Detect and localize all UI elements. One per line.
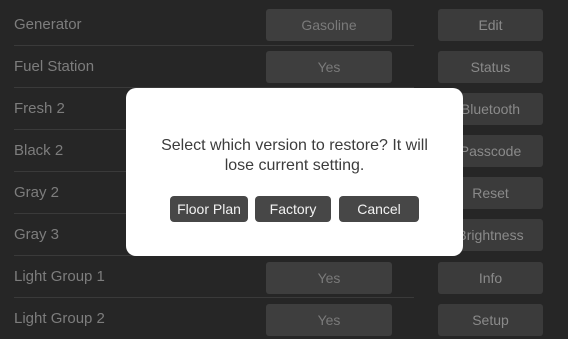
row-label: Fuel Station <box>14 58 95 75</box>
status-button[interactable]: Status <box>438 51 543 83</box>
row-label: Gray 2 <box>14 184 60 201</box>
dialog-message: Select which version to restore? It will… <box>126 136 463 176</box>
restore-dialog: Select which version to restore? It will… <box>126 88 463 256</box>
fuel-station-value-button[interactable]: Yes <box>266 51 392 83</box>
row-label: Black 2 <box>14 142 64 159</box>
light-group-1-value-button[interactable]: Yes <box>266 262 392 294</box>
row-label: Light Group 2 <box>14 310 105 327</box>
dialog-message-line-1: Select which version to restore? It will <box>161 137 428 154</box>
info-button[interactable]: Info <box>438 262 543 294</box>
dialog-message-line-2: lose current setting. <box>224 157 365 174</box>
row-label: Light Group 1 <box>14 268 105 285</box>
setup-button[interactable]: Setup <box>438 304 543 336</box>
floor-plan-button[interactable]: Floor Plan <box>170 196 248 222</box>
light-group-2-value-button[interactable]: Yes <box>266 304 392 336</box>
factory-button[interactable]: Factory <box>255 196 331 222</box>
cancel-button[interactable]: Cancel <box>339 196 419 222</box>
row-label: Gray 3 <box>14 226 60 243</box>
settings-screen: Generator Gasoline Edit Fuel Station Yes… <box>0 0 568 339</box>
generator-value-button[interactable]: Gasoline <box>266 9 392 41</box>
row-label: Generator <box>14 16 82 33</box>
edit-button[interactable]: Edit <box>438 9 543 41</box>
row-label: Fresh 2 <box>14 100 65 117</box>
